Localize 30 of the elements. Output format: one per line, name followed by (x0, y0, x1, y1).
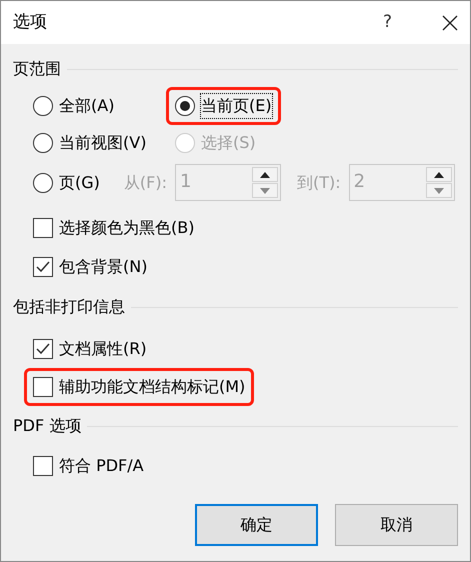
field-label: 到(T): (296, 172, 341, 194)
radio-button[interactable] (175, 96, 195, 116)
checkbox[interactable] (33, 218, 53, 238)
close-icon[interactable] (442, 14, 458, 30)
checkmark-icon (35, 260, 51, 274)
checkbox-label[interactable]: 符合 PDF/A (59, 454, 144, 478)
radio-label[interactable]: 全部(A) (59, 94, 114, 118)
checkbox-label[interactable]: 文档属性(R) (59, 337, 147, 361)
radio-label[interactable]: 当前页(E) (201, 94, 272, 118)
radio-button[interactable] (33, 172, 53, 192)
radio-label[interactable]: 当前视图(V) (59, 131, 146, 155)
checkbox[interactable] (33, 339, 53, 359)
checkbox-label[interactable]: 包含背景(N) (59, 255, 148, 279)
checkmark-icon (35, 342, 51, 356)
checkbox-label[interactable]: 辅助功能文档结构标记(M) (59, 375, 246, 399)
dialog-button[interactable]: 确定 (195, 504, 318, 546)
field-label: 从(F): (124, 172, 167, 194)
checkbox-label[interactable]: 选择颜色为黑色(B) (59, 216, 194, 240)
help-button[interactable]: ? (382, 10, 392, 36)
radio-button[interactable] (33, 96, 53, 116)
checkbox[interactable] (33, 257, 53, 277)
checkbox[interactable] (33, 377, 53, 397)
dialog-button[interactable]: 取消 (335, 504, 458, 546)
section-heading: 包括非打印信息 (13, 296, 125, 318)
radio-button[interactable] (33, 133, 53, 153)
section-heading: 页范围 (13, 58, 61, 80)
window-title: 选项 (13, 10, 48, 34)
checkbox[interactable] (33, 456, 53, 476)
radio-label[interactable]: 页(G) (59, 170, 100, 194)
section-heading: PDF 选项 (13, 415, 82, 437)
